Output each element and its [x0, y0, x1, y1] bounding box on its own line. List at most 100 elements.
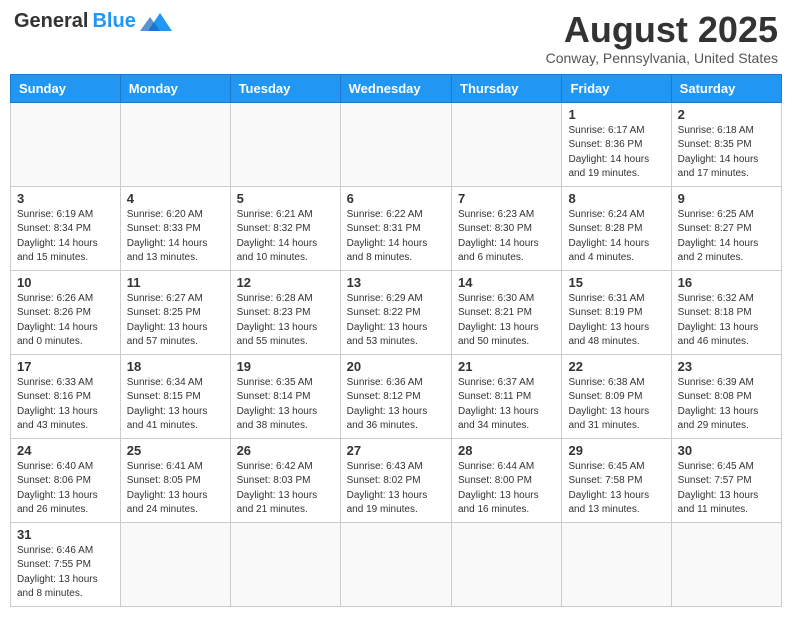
- cell-info-text: Sunrise: 6:45 AM Sunset: 7:58 PM Dayligh…: [568, 460, 664, 518]
- cell-info-text: Sunrise: 6:32 AM Sunset: 8:18 PM Dayligh…: [678, 292, 775, 350]
- cell-date-number: 13: [347, 275, 445, 290]
- cell-date-number: 5: [237, 191, 334, 206]
- calendar-header-row: SundayMondayTuesdayWednesdayThursdayFrid…: [11, 74, 782, 102]
- cell-info-text: Sunrise: 6:25 AM Sunset: 8:27 PM Dayligh…: [678, 208, 775, 266]
- logo: General Blue: [14, 10, 172, 33]
- calendar-cell: [120, 522, 230, 606]
- calendar-cell: 11 Sunrise: 6:27 AM Sunset: 8:25 PM Dayli…: [120, 270, 230, 354]
- cell-info-text: Sunrise: 6:46 AM Sunset: 7:55 PM Dayligh…: [17, 544, 114, 602]
- cell-date-number: 7: [458, 191, 555, 206]
- day-header-thursday: Thursday: [452, 74, 562, 102]
- calendar-cell: 19 Sunrise: 6:35 AM Sunset: 8:14 PM Dayli…: [230, 354, 340, 438]
- calendar-cell: 7 Sunrise: 6:23 AM Sunset: 8:30 PM Daylig…: [452, 186, 562, 270]
- cell-date-number: 17: [17, 359, 114, 374]
- cell-info-text: Sunrise: 6:18 AM Sunset: 8:35 PM Dayligh…: [678, 124, 775, 182]
- cell-info-text: Sunrise: 6:22 AM Sunset: 8:31 PM Dayligh…: [347, 208, 445, 266]
- day-header-wednesday: Wednesday: [340, 74, 451, 102]
- calendar-cell: [671, 522, 781, 606]
- cell-info-text: Sunrise: 6:40 AM Sunset: 8:06 PM Dayligh…: [17, 460, 114, 518]
- cell-date-number: 22: [568, 359, 664, 374]
- calendar-cell: 12 Sunrise: 6:28 AM Sunset: 8:23 PM Dayli…: [230, 270, 340, 354]
- cell-info-text: Sunrise: 6:23 AM Sunset: 8:30 PM Dayligh…: [458, 208, 555, 266]
- cell-date-number: 3: [17, 191, 114, 206]
- cell-date-number: 12: [237, 275, 334, 290]
- calendar-cell: 17Sunrise: 6:33 AM Sunset: 8:16 PM Dayli…: [11, 354, 121, 438]
- cell-info-text: Sunrise: 6:38 AM Sunset: 8:09 PM Dayligh…: [568, 376, 664, 434]
- calendar-cell: 8 Sunrise: 6:24 AM Sunset: 8:28 PM Daylig…: [562, 186, 671, 270]
- cell-info-text: Sunrise: 6:27 AM Sunset: 8:25 PM Dayligh…: [127, 292, 224, 350]
- cell-info-text: Sunrise: 6:41 AM Sunset: 8:05 PM Dayligh…: [127, 460, 224, 518]
- calendar-cell: 21 Sunrise: 6:37 AM Sunset: 8:11 PM Dayli…: [452, 354, 562, 438]
- calendar-cell: 27 Sunrise: 6:43 AM Sunset: 8:02 PM Dayli…: [340, 438, 451, 522]
- cell-date-number: 30: [678, 443, 775, 458]
- cell-info-text: Sunrise: 6:24 AM Sunset: 8:28 PM Dayligh…: [568, 208, 664, 266]
- calendar-cell: 23 Sunrise: 6:39 AM Sunset: 8:08 PM Dayli…: [671, 354, 781, 438]
- cell-date-number: 27: [347, 443, 445, 458]
- calendar-cell: 10Sunrise: 6:26 AM Sunset: 8:26 PM Dayli…: [11, 270, 121, 354]
- cell-info-text: Sunrise: 6:44 AM Sunset: 8:00 PM Dayligh…: [458, 460, 555, 518]
- cell-date-number: 21: [458, 359, 555, 374]
- calendar-cell: 28 Sunrise: 6:44 AM Sunset: 8:00 PM Dayli…: [452, 438, 562, 522]
- cell-date-number: 8: [568, 191, 664, 206]
- calendar-cell: 2 Sunrise: 6:18 AM Sunset: 8:35 PM Daylig…: [671, 102, 781, 186]
- cell-info-text: Sunrise: 6:36 AM Sunset: 8:12 PM Dayligh…: [347, 376, 445, 434]
- cell-info-text: Sunrise: 6:28 AM Sunset: 8:23 PM Dayligh…: [237, 292, 334, 350]
- calendar-cell: 4Sunrise: 6:20 AM Sunset: 8:33 PM Daylig…: [120, 186, 230, 270]
- calendar-table: SundayMondayTuesdayWednesdayThursdayFrid…: [10, 74, 782, 607]
- day-header-friday: Friday: [562, 74, 671, 102]
- cell-date-number: 1: [568, 107, 664, 122]
- cell-date-number: 16: [678, 275, 775, 290]
- calendar-cell: [230, 102, 340, 186]
- cell-date-number: 28: [458, 443, 555, 458]
- day-header-sunday: Sunday: [11, 74, 121, 102]
- day-header-tuesday: Tuesday: [230, 74, 340, 102]
- calendar-cell: 24 Sunrise: 6:40 AM Sunset: 8:06 PM Dayli…: [11, 438, 121, 522]
- title-block: August 2025 Conway, Pennsylvania, United…: [546, 10, 778, 66]
- calendar-cell: 13 Sunrise: 6:29 AM Sunset: 8:22 PM Dayli…: [340, 270, 451, 354]
- cell-info-text: Sunrise: 6:43 AM Sunset: 8:02 PM Dayligh…: [347, 460, 445, 518]
- calendar-cell: 1Sunrise: 6:17 AM Sunset: 8:36 PM Daylig…: [562, 102, 671, 186]
- cell-info-text: Sunrise: 6:35 AM Sunset: 8:14 PM Dayligh…: [237, 376, 334, 434]
- cell-info-text: Sunrise: 6:21 AM Sunset: 8:32 PM Dayligh…: [237, 208, 334, 266]
- cell-date-number: 18: [127, 359, 224, 374]
- page-header: General Blue August 2025 Conway, Pennsyl…: [10, 10, 782, 66]
- calendar-cell: 5 Sunrise: 6:21 AM Sunset: 8:32 PM Daylig…: [230, 186, 340, 270]
- calendar-cell: 14Sunrise: 6:30 AM Sunset: 8:21 PM Dayli…: [452, 270, 562, 354]
- cell-date-number: 19: [237, 359, 334, 374]
- cell-date-number: 15: [568, 275, 664, 290]
- cell-info-text: Sunrise: 6:39 AM Sunset: 8:08 PM Dayligh…: [678, 376, 775, 434]
- logo-general-text: General: [14, 10, 88, 33]
- cell-info-text: Sunrise: 6:34 AM Sunset: 8:15 PM Dayligh…: [127, 376, 224, 434]
- cell-date-number: 31: [17, 527, 114, 542]
- cell-date-number: 23: [678, 359, 775, 374]
- calendar-cell: 15 Sunrise: 6:31 AM Sunset: 8:19 PM Dayli…: [562, 270, 671, 354]
- month-title: August 2025: [546, 10, 778, 50]
- cell-date-number: 26: [237, 443, 334, 458]
- cell-info-text: Sunrise: 6:45 AM Sunset: 7:57 PM Dayligh…: [678, 460, 775, 518]
- cell-date-number: 9: [678, 191, 775, 206]
- calendar-cell: 6Sunrise: 6:22 AM Sunset: 8:31 PM Daylig…: [340, 186, 451, 270]
- cell-date-number: 2: [678, 107, 775, 122]
- location: Conway, Pennsylvania, United States: [546, 50, 778, 66]
- calendar-cell: 31 Sunrise: 6:46 AM Sunset: 7:55 PM Dayli…: [11, 522, 121, 606]
- cell-info-text: Sunrise: 6:29 AM Sunset: 8:22 PM Dayligh…: [347, 292, 445, 350]
- cell-info-text: Sunrise: 6:37 AM Sunset: 8:11 PM Dayligh…: [458, 376, 555, 434]
- calendar-cell: 16 Sunrise: 6:32 AM Sunset: 8:18 PM Dayli…: [671, 270, 781, 354]
- calendar-cell: 26Sunrise: 6:42 AM Sunset: 8:03 PM Dayli…: [230, 438, 340, 522]
- calendar-cell: [562, 522, 671, 606]
- calendar-week-3: 10Sunrise: 6:26 AM Sunset: 8:26 PM Dayli…: [11, 270, 782, 354]
- cell-date-number: 24: [17, 443, 114, 458]
- calendar-cell: 3 Sunrise: 6:19 AM Sunset: 8:34 PM Daylig…: [11, 186, 121, 270]
- cell-date-number: 14: [458, 275, 555, 290]
- calendar-cell: 18 Sunrise: 6:34 AM Sunset: 8:15 PM Dayli…: [120, 354, 230, 438]
- cell-date-number: 11: [127, 275, 224, 290]
- cell-info-text: Sunrise: 6:31 AM Sunset: 8:19 PM Dayligh…: [568, 292, 664, 350]
- calendar-week-2: 3 Sunrise: 6:19 AM Sunset: 8:34 PM Daylig…: [11, 186, 782, 270]
- calendar-cell: [340, 522, 451, 606]
- calendar-cell: 29 Sunrise: 6:45 AM Sunset: 7:58 PM Dayli…: [562, 438, 671, 522]
- cell-date-number: 29: [568, 443, 664, 458]
- calendar-cell: 20Sunrise: 6:36 AM Sunset: 8:12 PM Dayli…: [340, 354, 451, 438]
- cell-date-number: 10: [17, 275, 114, 290]
- cell-info-text: Sunrise: 6:19 AM Sunset: 8:34 PM Dayligh…: [17, 208, 114, 266]
- calendar-cell: 30 Sunrise: 6:45 AM Sunset: 7:57 PM Dayli…: [671, 438, 781, 522]
